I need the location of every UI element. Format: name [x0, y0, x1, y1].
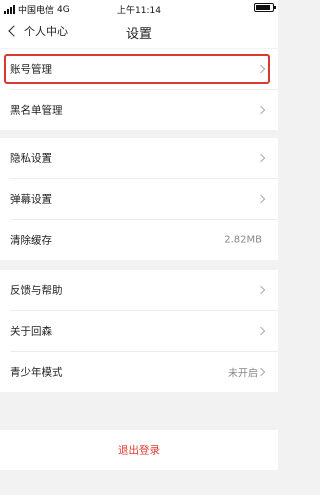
chevron-right-icon [256, 64, 266, 74]
settings-group-info: 反馈与帮助 关于回森 青少年模式 未开启 [0, 270, 278, 392]
status-time: 上午11:14 [117, 6, 161, 16]
chevron-right-icon [256, 285, 266, 295]
battery-fill [256, 5, 270, 10]
logout-label: 退出登录 [118, 444, 160, 457]
row-label-danmaku-settings: 弹幕设置 [10, 193, 52, 206]
chevron-right-icon [256, 367, 266, 377]
row-clear-cache[interactable]: 清除缓存 2.82MB [0, 220, 278, 260]
row-label-blacklist-management: 黑名单管理 [10, 104, 63, 117]
page-title: 设置 [125, 27, 152, 42]
status-bar: 中国电信 4G 上午11:14 [0, 0, 278, 18]
status-right [254, 3, 276, 12]
row-label-clear-cache: 清除缓存 [10, 234, 52, 247]
settings-group-account: 账号管理 黑名单管理 [0, 49, 278, 130]
cache-size-value: 2.82MB [224, 234, 262, 246]
settings-group-preferences: 隐私设置 弹幕设置 清除缓存 2.82MB [0, 138, 278, 260]
logout-button[interactable]: 退出登录 [0, 430, 278, 470]
chevron-right-icon [256, 326, 266, 336]
row-danmaku-settings[interactable]: 弹幕设置 [0, 179, 278, 219]
chevron-right-icon [256, 153, 266, 163]
nav-bar: 个人中心 设置 [0, 18, 278, 48]
row-label-account-management: 账号管理 [10, 63, 52, 76]
row-blacklist-management[interactable]: 黑名单管理 [0, 90, 278, 130]
battery-icon [254, 3, 276, 12]
row-privacy-settings[interactable]: 隐私设置 [0, 138, 278, 178]
chevron-right-icon [256, 105, 266, 115]
chevron-right-icon [256, 194, 266, 204]
youth-mode-status: 未开启 [228, 368, 258, 380]
row-label-youth-mode: 青少年模式 [10, 366, 63, 379]
row-account-management[interactable]: 账号管理 [0, 49, 278, 89]
row-about[interactable]: 关于回森 [0, 311, 278, 351]
row-label-about: 关于回森 [10, 325, 52, 338]
row-feedback-help[interactable]: 反馈与帮助 [0, 270, 278, 310]
row-label-feedback-help: 反馈与帮助 [10, 284, 63, 297]
row-label-privacy-settings: 隐私设置 [10, 152, 52, 165]
row-youth-mode[interactable]: 青少年模式 未开启 [0, 352, 278, 392]
